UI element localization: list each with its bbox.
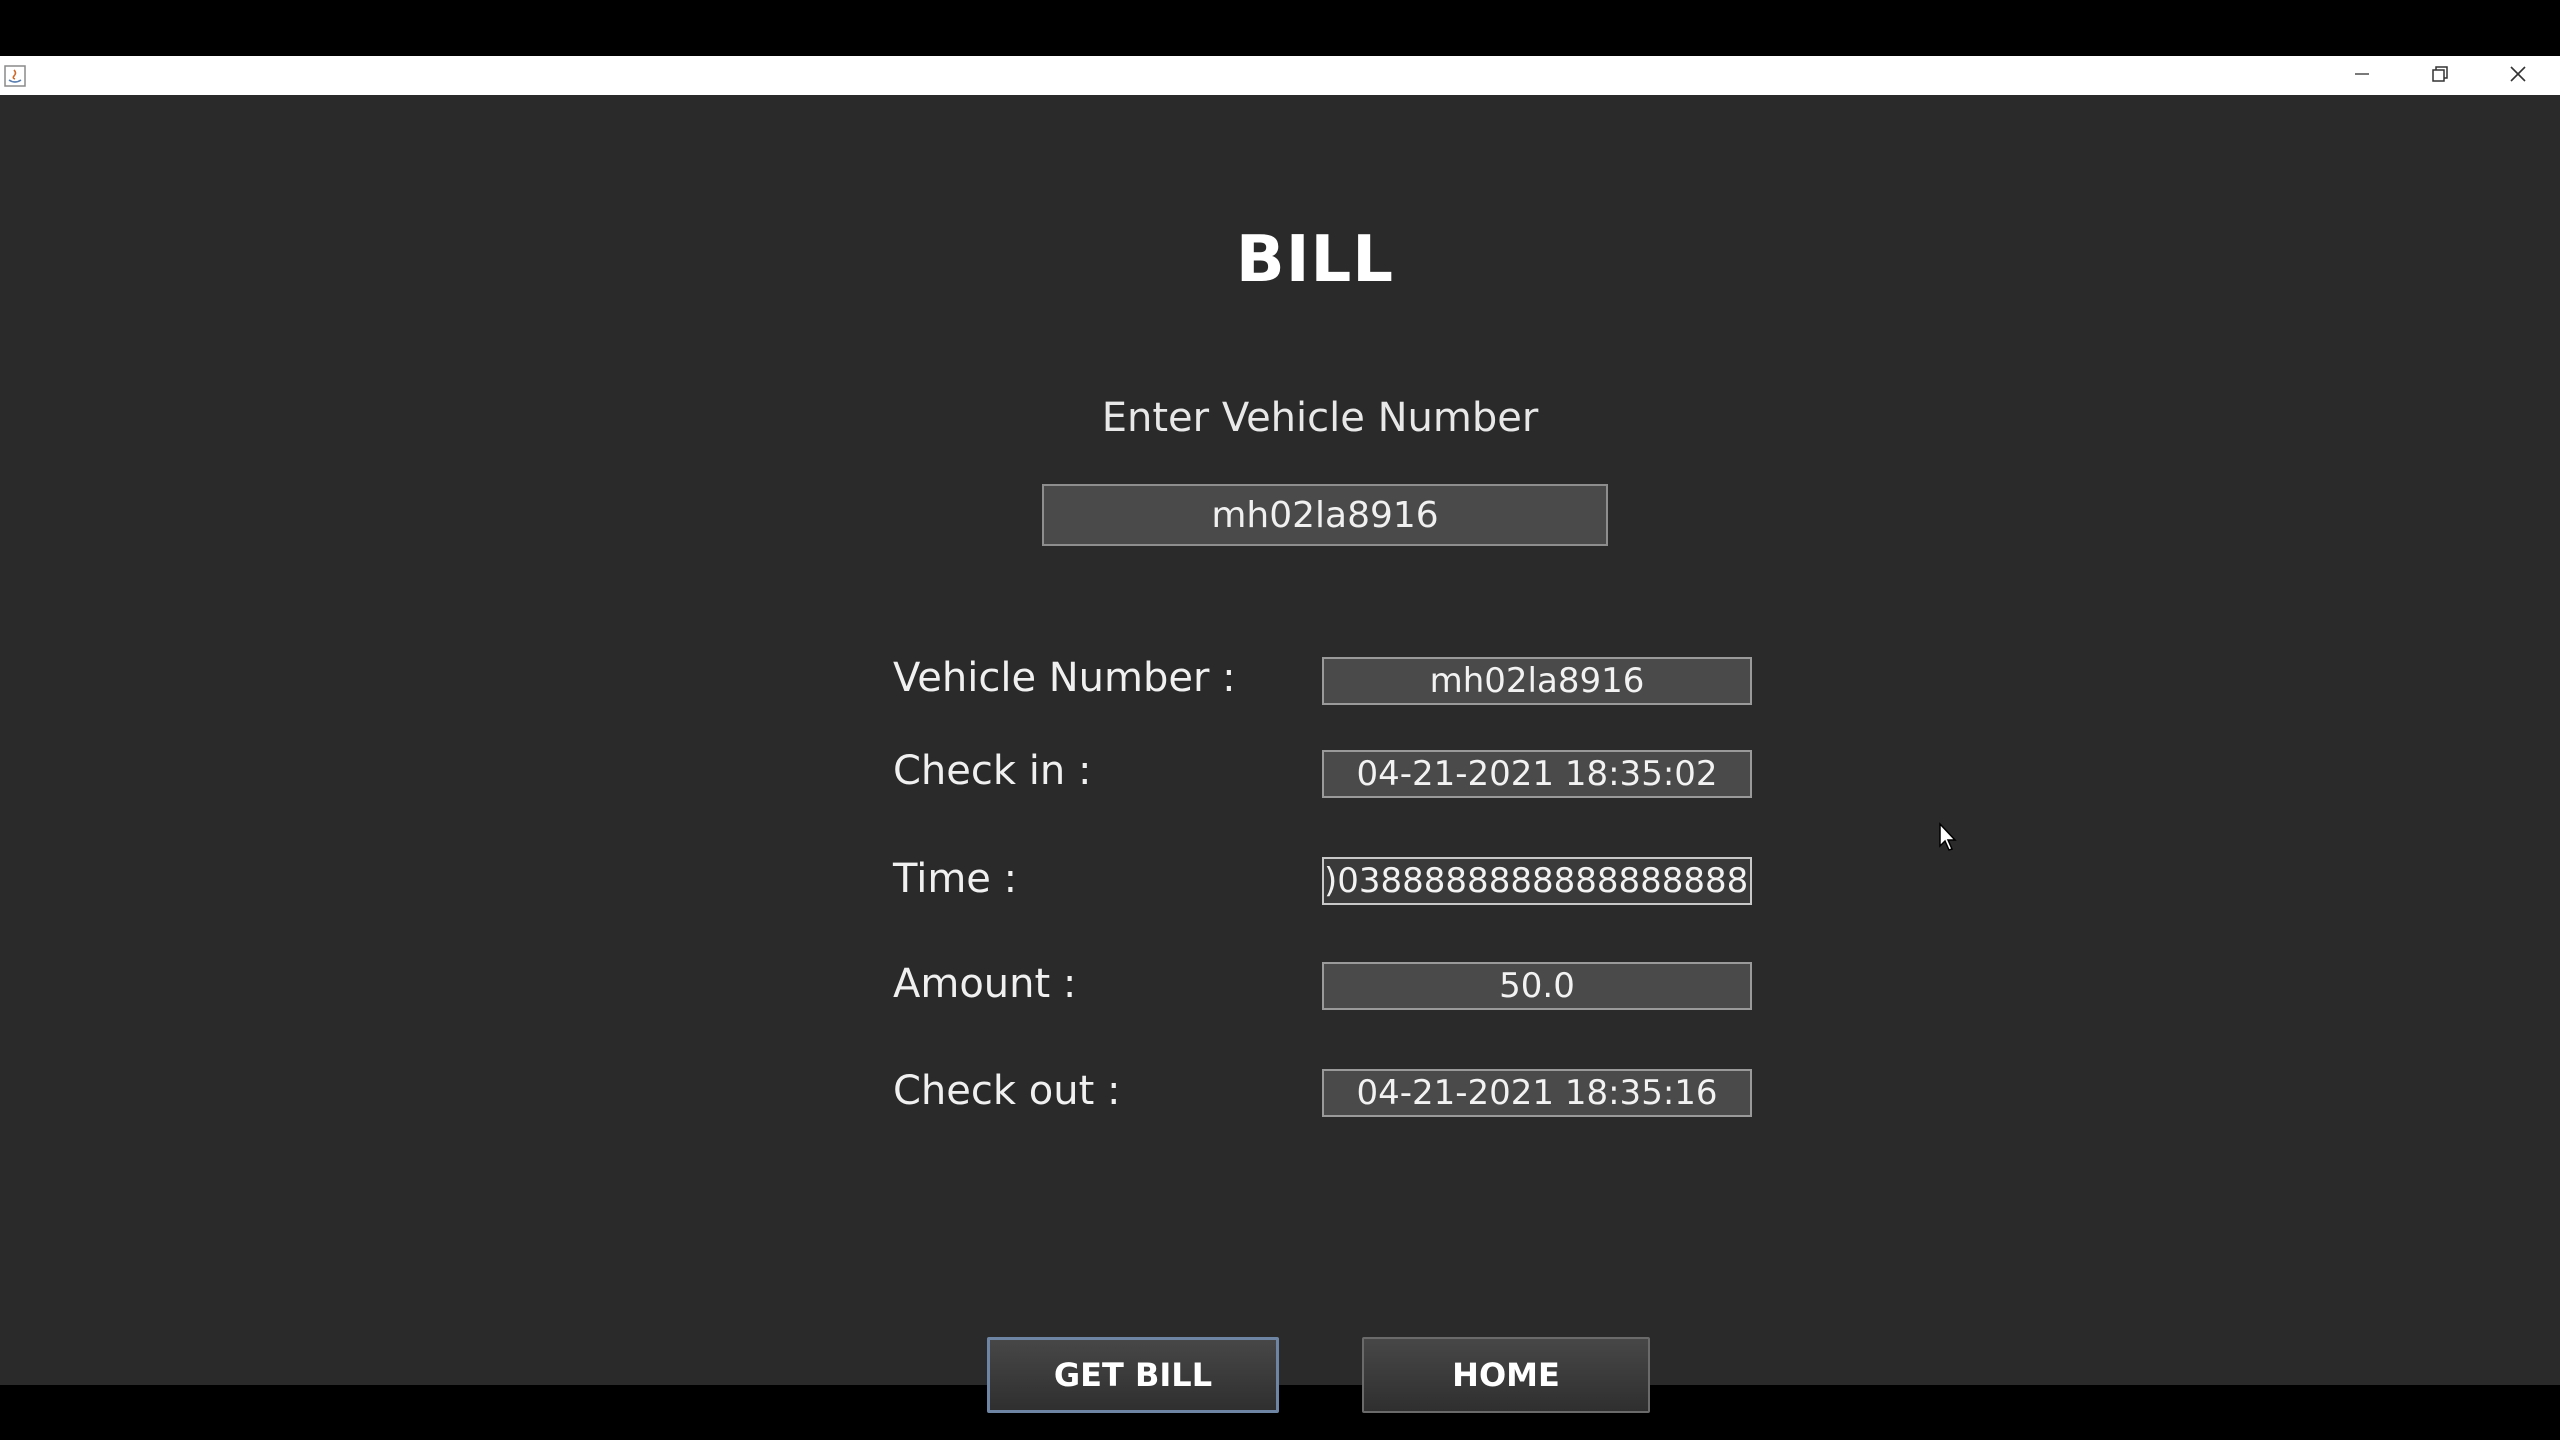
- check-out-label: Check out :: [893, 1068, 1121, 1114]
- vehicle-number-input[interactable]: [1042, 484, 1608, 546]
- check-out-field[interactable]: 04-21-2021 18:35:16: [1322, 1069, 1752, 1117]
- close-button[interactable]: [2479, 56, 2557, 95]
- screen: BILL Enter Vehicle Number Vehicle Number…: [0, 0, 2560, 1440]
- vehicle-number-field[interactable]: mh02la8916: [1322, 657, 1752, 705]
- close-icon: [2508, 64, 2528, 88]
- check-in-label: Check in :: [893, 748, 1092, 794]
- check-in-field[interactable]: 04-21-2021 18:35:02: [1322, 750, 1752, 798]
- window-titlebar: [0, 56, 2560, 95]
- mouse-cursor-icon: [1938, 822, 1960, 852]
- vehicle-number-label: Vehicle Number :: [893, 655, 1236, 701]
- home-button[interactable]: HOME: [1362, 1337, 1650, 1413]
- time-label: Time :: [893, 856, 1018, 902]
- page-title: BILL: [1235, 223, 1395, 297]
- restore-icon: [2430, 64, 2450, 88]
- minimize-icon: [2353, 65, 2371, 87]
- amount-label: Amount :: [893, 961, 1077, 1007]
- bill-panel: BILL Enter Vehicle Number Vehicle Number…: [0, 95, 2560, 1413]
- java-icon: [4, 65, 26, 87]
- get-bill-button[interactable]: GET BILL: [987, 1337, 1279, 1413]
- restore-button[interactable]: [2401, 56, 2479, 95]
- minimize-button[interactable]: [2323, 56, 2401, 95]
- vehicle-number-prompt: Enter Vehicle Number: [1101, 395, 1539, 441]
- time-field[interactable]: )03888888888888888888: [1322, 857, 1752, 905]
- amount-field[interactable]: 50.0: [1322, 962, 1752, 1010]
